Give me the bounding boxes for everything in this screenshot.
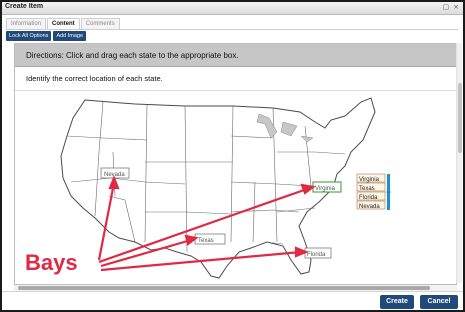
bays-annotation: Bays — [25, 250, 78, 275]
window-controls: ▢ × — [442, 3, 460, 11]
tab-information[interactable]: Information — [6, 18, 47, 29]
drop-box-texas-label: Texas — [198, 238, 214, 244]
directions-banner: Directions: Click and drag each state to… — [15, 44, 456, 67]
option-handle-knob[interactable] — [386, 190, 391, 194]
create-item-dialog: Create Item ▢ × Information Content Comm… — [0, 0, 465, 312]
maximize-icon[interactable]: ▢ — [442, 3, 450, 11]
add-image-button[interactable]: Add Image — [53, 31, 87, 41]
tab-comments[interactable]: Comments — [80, 18, 120, 29]
dialog-titlebar: Create Item ▢ × — [2, 2, 463, 15]
directions-text: Directions: Click and drag each state to… — [26, 51, 239, 60]
question-prompt[interactable]: Identify the correct location of each st… — [15, 67, 456, 91]
option-texas-label: Texas — [359, 186, 375, 192]
option-florida-label: Florida — [359, 195, 378, 201]
vertical-scroll-thumb[interactable] — [458, 83, 462, 153]
map-area: Nevada Virginia Texas Florida Virginia T… — [15, 92, 456, 284]
drop-box-florida-label: Florida — [307, 252, 326, 258]
horizontal-scroll-thumb[interactable] — [18, 286, 430, 290]
toolbar: Lock All Options Add Image — [6, 31, 88, 41]
answer-options: Virginia Texas Florida Nevada — [356, 173, 391, 210]
cancel-button[interactable]: Cancel — [420, 295, 458, 309]
prompt-text: Identify the correct location of each st… — [26, 74, 163, 83]
question-editor: Directions: Click and drag each state to… — [14, 43, 457, 285]
dialog-title: Create Item — [5, 3, 44, 10]
option-nevada-label: Nevada — [359, 204, 380, 210]
dialog-footer: Create Cancel — [2, 291, 463, 310]
drop-box-virginia-label: Virginia — [315, 186, 336, 192]
option-virginia-label: Virginia — [359, 177, 380, 183]
tab-bar: Information Content Comments — [6, 18, 121, 29]
tab-divider — [6, 29, 458, 30]
tab-content[interactable]: Content — [47, 18, 80, 29]
create-button[interactable]: Create — [380, 295, 414, 309]
us-map-canvas: Nevada Virginia Texas Florida Virginia T… — [25, 97, 391, 279]
close-icon[interactable]: × — [452, 3, 460, 11]
lock-all-options-button[interactable]: Lock All Options — [6, 31, 52, 41]
vertical-scrollbar[interactable] — [456, 43, 462, 283]
